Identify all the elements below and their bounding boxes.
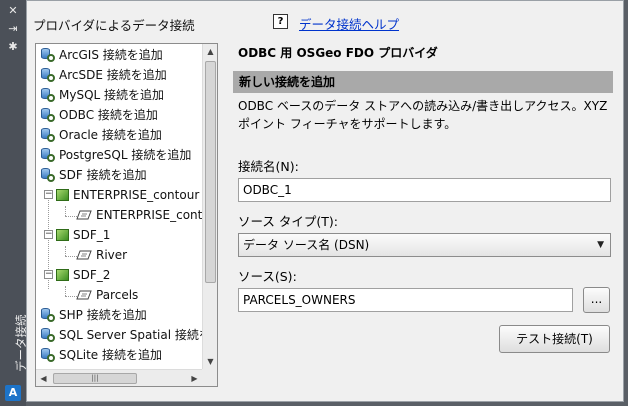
database-connect-icon — [40, 48, 55, 62]
scroll-right-icon[interactable]: ▶ — [187, 370, 202, 386]
database-connect-icon — [40, 348, 55, 362]
vertical-scroll-thumb[interactable] — [205, 61, 216, 283]
tree-item-sdf[interactable]: SDF 接続を追加 — [40, 165, 147, 185]
tree-item-river[interactable]: River — [76, 245, 127, 265]
scroll-up-icon[interactable]: ▲ — [203, 44, 217, 59]
tree-horizontal-scrollbar[interactable]: ◀ ||| ▶ — [36, 369, 202, 386]
database-connect-icon — [40, 168, 55, 182]
scrollbar-corner — [202, 369, 217, 386]
tree-item-sdf-1[interactable]: − SDF_1 — [44, 225, 110, 245]
tree-vertical-scrollbar[interactable]: ▲ ▼ — [202, 44, 217, 369]
tree-item-mysql[interactable]: MySQL 接続を追加 — [40, 85, 164, 105]
tree-item-parcels[interactable]: Parcels — [76, 285, 138, 305]
tree-item-sqlite[interactable]: SQLite 接続を追加 — [40, 345, 162, 365]
collapse-toggle[interactable]: − — [44, 270, 53, 279]
scroll-left-icon[interactable]: ◀ — [36, 370, 51, 386]
source-type-select[interactable]: データ ソース名 (DSN) ▼ — [238, 233, 611, 257]
feature-layer-icon — [76, 250, 92, 260]
tree-item-arcsde[interactable]: ArcSDE 接続を追加 — [40, 65, 167, 85]
database-connect-icon — [40, 88, 55, 102]
database-connect-icon — [40, 308, 55, 322]
database-connect-icon — [40, 128, 55, 142]
provider-tree: ArcGIS 接続を追加 ArcSDE 接続を追加 MySQL 接続を追加 OD… — [35, 43, 218, 387]
tree-item-odbc[interactable]: ODBC 接続を追加 — [40, 105, 158, 125]
collapse-toggle[interactable]: − — [44, 190, 53, 199]
properties-icon[interactable]: ✱ — [4, 40, 22, 54]
connection-name-label: 接続名(N): — [238, 159, 299, 174]
collapse-toggle[interactable]: − — [44, 230, 53, 239]
database-connect-icon — [40, 148, 55, 162]
tree-item-postgresql[interactable]: PostgreSQL 接続を追加 — [40, 145, 191, 165]
feature-source-icon — [56, 189, 69, 201]
data-connect-panel: プロバイダによるデータ接続 ? データ接続ヘルプ ArcGIS 接続を追加 Ar… — [26, 0, 624, 402]
help-link[interactable]: データ接続ヘルプ — [299, 14, 399, 33]
feature-source-icon — [56, 269, 69, 281]
database-connect-icon — [40, 108, 55, 122]
source-type-value: データ ソース名 (DSN) — [243, 238, 370, 252]
tree-connector — [65, 206, 66, 216]
feature-layer-icon — [76, 290, 92, 300]
horizontal-scroll-thumb[interactable]: ||| — [53, 373, 137, 384]
tree-item-sql-server-spatial[interactable]: SQL Server Spatial 接続を — [40, 325, 211, 345]
provider-description: ODBC ベースのデータ ストアへの読み込み/書き出しアクセス。XYZ ポイント… — [238, 99, 608, 131]
tree-connector — [65, 286, 66, 296]
tree-item-enterprise-cont-layer[interactable]: ENTERPRISE_cont — [76, 205, 202, 225]
tree-item-enterprise-contour[interactable]: − ENTERPRISE_contour — [44, 185, 199, 205]
browse-button[interactable]: ... — [583, 287, 610, 313]
provider-title: ODBC 用 OSGeo FDO プロバイダ — [238, 46, 438, 60]
section-header: 新しい接続を追加 — [233, 71, 613, 93]
auto-hide-icon[interactable]: ⇥ — [4, 22, 22, 36]
feature-layer-icon — [76, 210, 92, 220]
chevron-down-icon: ▼ — [597, 240, 604, 250]
source-input[interactable] — [238, 288, 573, 312]
tree-item-shp[interactable]: SHP 接続を追加 — [40, 305, 147, 325]
help-icon[interactable]: ? — [273, 14, 288, 29]
database-connect-icon — [40, 328, 55, 342]
test-connection-button[interactable]: テスト接続(T) — [499, 325, 610, 353]
database-connect-icon — [40, 68, 55, 82]
tree-item-oracle[interactable]: Oracle 接続を追加 — [40, 125, 162, 145]
close-icon[interactable]: ✕ — [4, 4, 22, 18]
tree-connector — [65, 246, 66, 256]
autocad-logo-icon: A — [5, 385, 21, 401]
source-type-label: ソース タイプ(T): — [238, 214, 338, 229]
scroll-down-icon[interactable]: ▼ — [203, 354, 217, 369]
connection-name-input[interactable] — [238, 178, 611, 202]
tree-item-arcgis[interactable]: ArcGIS 接続を追加 — [40, 45, 163, 65]
palette-title-bar: ✕ ⇥ ✱ データ接続 A — [0, 0, 28, 406]
feature-source-icon — [56, 229, 69, 241]
providers-label: プロバイダによるデータ接続 — [33, 18, 195, 33]
tree-item-sdf-2[interactable]: − SDF_2 — [44, 265, 110, 285]
source-label: ソース(S): — [238, 269, 297, 284]
